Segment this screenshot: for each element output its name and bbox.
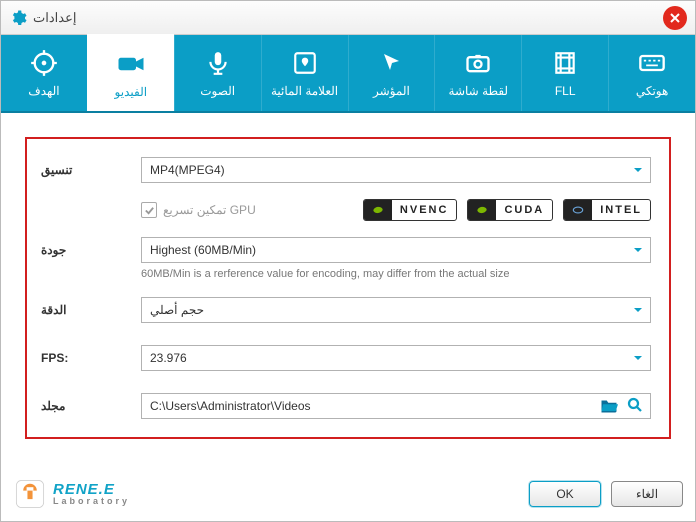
tab-video[interactable]: الفيديو [87, 34, 174, 111]
logo-sub: Laboratory [53, 497, 130, 506]
resolution-select[interactable]: حجم أصلي [141, 297, 651, 323]
badge-text: CUDA [496, 204, 552, 216]
camera-icon [464, 48, 492, 78]
gear-icon [9, 9, 27, 27]
gpu-cuda-badge: CUDA [467, 199, 553, 221]
browse-icon[interactable] [626, 396, 644, 417]
tab-label: الهدف [28, 84, 59, 98]
badge-text: NVENC [392, 204, 457, 216]
resolution-label: الدقة [41, 303, 129, 317]
watermark-icon [292, 48, 318, 78]
gpu-checkbox[interactable]: تمكين تسريع GPU [141, 202, 256, 218]
fps-value: 23.976 [150, 351, 187, 365]
tab-watermark[interactable]: العلامة المائية [261, 35, 348, 111]
tab-label: لقطة شاشة [449, 84, 509, 98]
folder-label: مجلد [41, 399, 129, 413]
tab-cursor[interactable]: المؤشر [348, 35, 435, 111]
resolution-value: حجم أصلي [150, 303, 204, 317]
format-label: تنسيق [41, 163, 129, 177]
cursor-icon [379, 48, 403, 78]
ok-button[interactable]: OK [529, 481, 601, 507]
logo-icon [13, 477, 47, 511]
tab-audio[interactable]: الصوت [174, 35, 261, 111]
keyboard-icon [638, 48, 666, 78]
close-button[interactable] [663, 6, 687, 30]
tab-label: الصوت [200, 84, 235, 98]
tab-fll[interactable]: FLL [521, 35, 608, 111]
badge-text: INTEL [592, 204, 650, 216]
quality-value: Highest (60MB/Min) [150, 243, 256, 257]
chevron-down-icon [632, 244, 644, 256]
intel-icon [564, 200, 592, 220]
film-icon [552, 48, 578, 78]
folder-value: C:\Users\Administrator\Videos [150, 399, 311, 413]
chevron-down-icon [632, 164, 644, 176]
target-icon [30, 48, 58, 78]
tab-label: المؤشر [373, 84, 410, 98]
format-select[interactable]: MP4(MPEG4) [141, 157, 651, 183]
tab-screenshot[interactable]: لقطة شاشة [434, 35, 521, 111]
tab-bar: الهدف الفيديو الصوت العلامة المائية المؤ… [1, 35, 695, 113]
gpu-label: تمكين تسريع GPU [163, 203, 256, 217]
brand-logo: RENE.E Laboratory [13, 477, 130, 511]
folder-input[interactable]: C:\Users\Administrator\Videos [141, 393, 651, 419]
checkbox-icon [141, 202, 157, 218]
fps-label: FPS: [41, 351, 129, 365]
open-folder-icon[interactable] [600, 397, 618, 416]
microphone-icon [205, 48, 231, 78]
video-settings-frame: تنسيق MP4(MPEG4) تمكين تسريع GPU NVENC [25, 137, 671, 439]
footer: RENE.E Laboratory OK الغاء [13, 477, 683, 511]
settings-window: إعدادات الهدف الفيديو الصوت العلامة الما… [0, 0, 696, 522]
format-value: MP4(MPEG4) [150, 163, 225, 177]
gpu-row: تمكين تسريع GPU NVENC CUDA INTEL [141, 199, 651, 221]
quality-select[interactable]: Highest (60MB/Min) [141, 237, 651, 263]
quality-hint: 60MB/Min is a rerference value for encod… [141, 267, 651, 281]
fps-select[interactable]: 23.976 [141, 345, 651, 371]
tab-target[interactable]: الهدف [1, 35, 87, 111]
cancel-button[interactable]: الغاء [611, 481, 683, 507]
gpu-intel-badge: INTEL [563, 199, 651, 221]
nvidia-icon [468, 200, 496, 220]
video-icon [116, 49, 146, 79]
nvidia-icon [364, 200, 392, 220]
tab-label: هوتكي [636, 84, 669, 98]
content-area: تنسيق MP4(MPEG4) تمكين تسريع GPU NVENC [1, 113, 695, 447]
tab-label: الفيديو [115, 85, 148, 99]
chevron-down-icon [632, 304, 644, 316]
logo-brand: RENE.E [53, 482, 130, 497]
window-title: إعدادات [33, 10, 76, 26]
quality-label: جودة [41, 243, 129, 257]
chevron-down-icon [632, 352, 644, 364]
tab-label: FLL [555, 84, 576, 98]
tab-hotkey[interactable]: هوتكي [608, 35, 695, 111]
tab-label: العلامة المائية [271, 84, 338, 98]
gpu-nvenc-badge: NVENC [363, 199, 458, 221]
title-bar: إعدادات [1, 1, 695, 35]
